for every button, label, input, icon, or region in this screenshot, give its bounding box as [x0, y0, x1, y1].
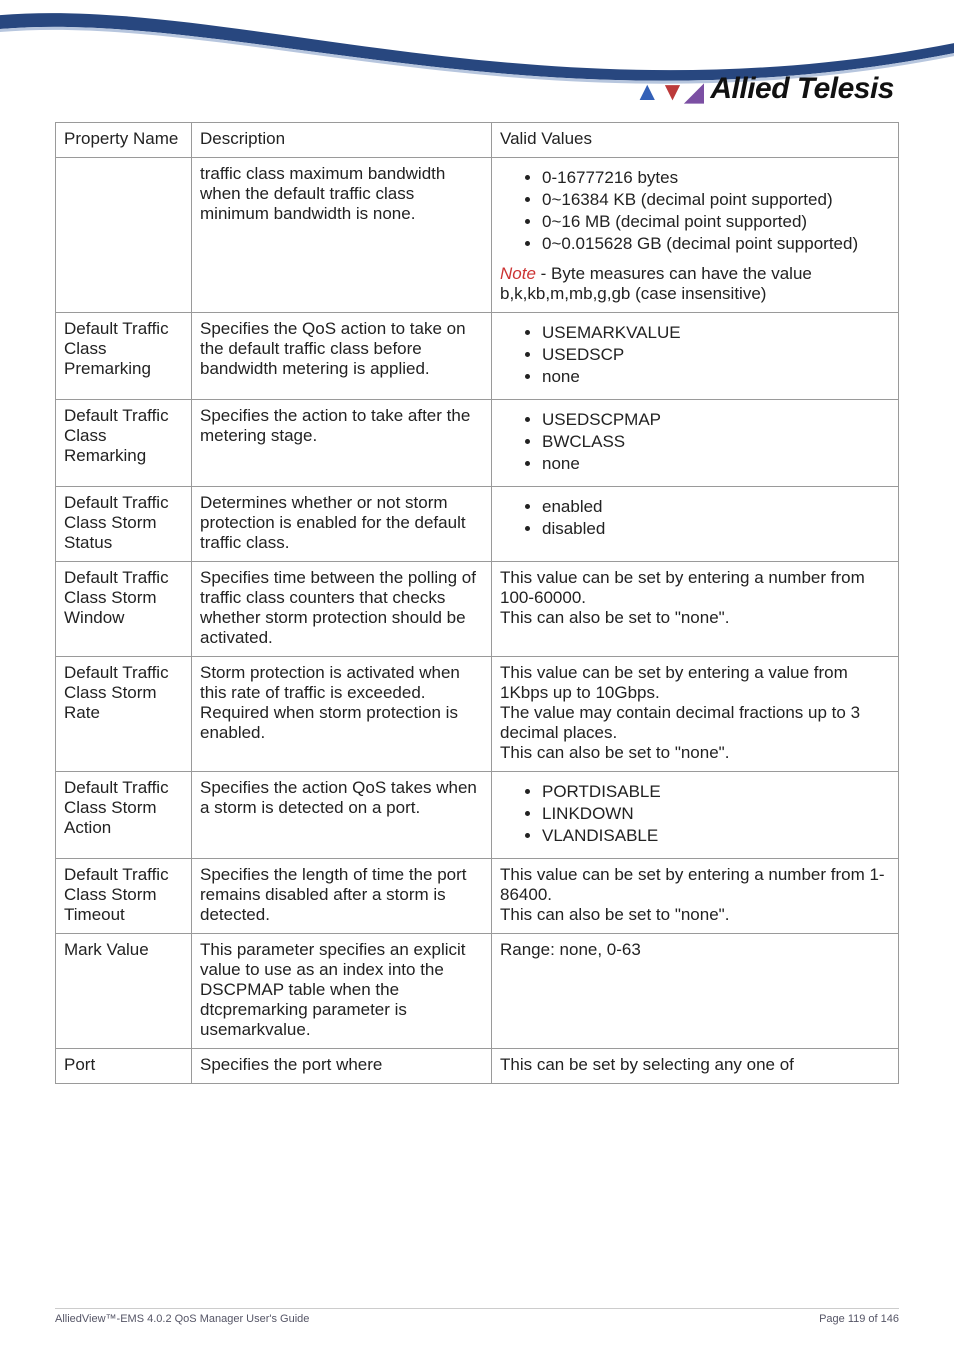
cell-property-name: Default Traffic Class Remarking: [56, 400, 192, 487]
cell-property-name: Default Traffic Class Storm Action: [56, 772, 192, 859]
list-item: none: [542, 454, 890, 474]
list-item: BWCLASS: [542, 432, 890, 452]
brand-logo: ▲▼◢Allied Telesis: [634, 72, 894, 107]
col-description: Description: [192, 123, 492, 158]
cell-description: Determines whether or not storm protecti…: [192, 487, 492, 562]
cell-description: Storm protection is activated when this …: [192, 657, 492, 772]
note-text: - Byte measures can have the value b,k,k…: [500, 264, 812, 303]
table-row: Default Traffic Class Premarking Specifi…: [56, 313, 899, 400]
table-row: Default Traffic Class Storm Rate Storm p…: [56, 657, 899, 772]
cell-property-name: Default Traffic Class Storm Status: [56, 487, 192, 562]
col-property-name: Property Name: [56, 123, 192, 158]
cell-property-name: [56, 158, 192, 313]
cell-description: Specifies the length of time the port re…: [192, 859, 492, 934]
cell-property-name: Mark Value: [56, 934, 192, 1049]
note-label: Note: [500, 264, 536, 283]
table-row: traffic class maximum bandwidth when the…: [56, 158, 899, 313]
properties-table: Property Name Description Valid Values t…: [55, 122, 899, 1084]
cell-valid-values: Range: none, 0-63: [492, 934, 899, 1049]
table-row: Default Traffic Class Remarking Specifie…: [56, 400, 899, 487]
list-item: USEDSCPMAP: [542, 410, 890, 430]
cell-valid-values: This value can be set by entering a numb…: [492, 859, 899, 934]
cell-valid-values: 0-16777216 bytes 0~16384 KB (decimal poi…: [492, 158, 899, 313]
list-item: 0-16777216 bytes: [542, 168, 890, 188]
brand-text: Allied Telesis: [710, 72, 894, 105]
cell-description: Specifies the action to take after the m…: [192, 400, 492, 487]
cell-property-name: Default Traffic Class Storm Window: [56, 562, 192, 657]
table-row: Mark Value This parameter specifies an e…: [56, 934, 899, 1049]
list-item: LINKDOWN: [542, 804, 890, 824]
cell-description: Specifies the action QoS takes when a st…: [192, 772, 492, 859]
list-item: PORTDISABLE: [542, 782, 890, 802]
list-item: 0~0.015628 GB (decimal point supported): [542, 234, 890, 254]
cell-valid-values: USEMARKVALUE USEDSCP none: [492, 313, 899, 400]
cell-description: This parameter specifies an explicit val…: [192, 934, 492, 1049]
list-item: USEMARKVALUE: [542, 323, 890, 343]
table-header-row: Property Name Description Valid Values: [56, 123, 899, 158]
cell-valid-values: This can be set by selecting any one of: [492, 1049, 899, 1084]
footer-right: Page 119 of 146: [819, 1313, 899, 1325]
list-item: none: [542, 367, 890, 387]
footer-left: AlliedView™-EMS 4.0.2 QoS Manager User's…: [55, 1313, 309, 1325]
cell-description: Specifies the QoS action to take on the …: [192, 313, 492, 400]
cell-property-name: Port: [56, 1049, 192, 1084]
page-footer: AlliedView™-EMS 4.0.2 QoS Manager User's…: [55, 1308, 899, 1325]
list-item: USEDSCP: [542, 345, 890, 365]
table-row: Default Traffic Class Storm Timeout Spec…: [56, 859, 899, 934]
list-item: 0~16384 KB (decimal point supported): [542, 190, 890, 210]
cell-property-name: Default Traffic Class Storm Rate: [56, 657, 192, 772]
list-item: VLANDISABLE: [542, 826, 890, 846]
col-valid-values: Valid Values: [492, 123, 899, 158]
cell-valid-values: USEDSCPMAP BWCLASS none: [492, 400, 899, 487]
list-item: 0~16 MB (decimal point supported): [542, 212, 890, 232]
cell-property-name: Default Traffic Class Premarking: [56, 313, 192, 400]
list-item: disabled: [542, 519, 890, 539]
cell-description: Specifies the port where: [192, 1049, 492, 1084]
cell-valid-values: enabled disabled: [492, 487, 899, 562]
cell-valid-values: PORTDISABLE LINKDOWN VLANDISABLE: [492, 772, 899, 859]
cell-description: Specifies time between the polling of tr…: [192, 562, 492, 657]
table-row: Port Specifies the port where This can b…: [56, 1049, 899, 1084]
brand-triangle-icon: ▲▼◢: [634, 76, 704, 107]
table-row: Default Traffic Class Storm Action Speci…: [56, 772, 899, 859]
cell-valid-values: This value can be set by entering a numb…: [492, 562, 899, 657]
table-row: Default Traffic Class Storm Status Deter…: [56, 487, 899, 562]
list-item: enabled: [542, 497, 890, 517]
cell-valid-values: This value can be set by entering a valu…: [492, 657, 899, 772]
cell-property-name: Default Traffic Class Storm Timeout: [56, 859, 192, 934]
table-row: Default Traffic Class Storm Window Speci…: [56, 562, 899, 657]
cell-description: traffic class maximum bandwidth when the…: [192, 158, 492, 313]
